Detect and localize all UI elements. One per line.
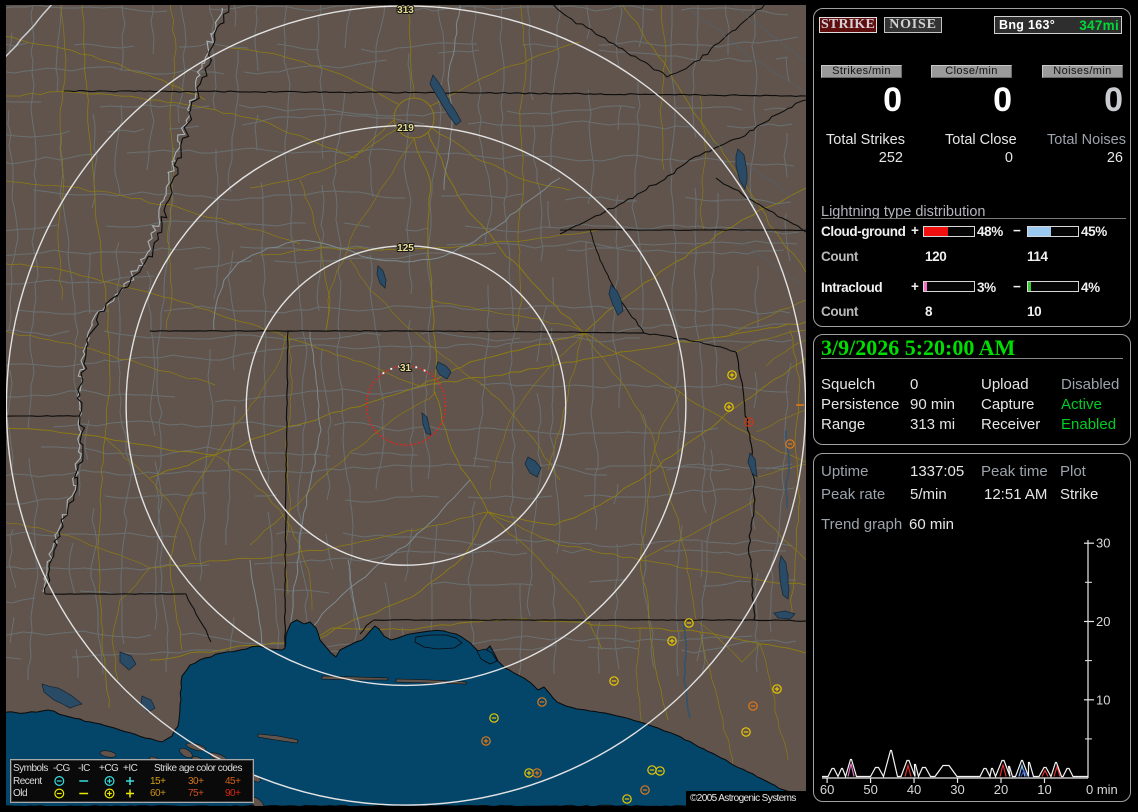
svg-text:30: 30 <box>950 782 964 797</box>
svg-text:0 min: 0 min <box>1086 782 1118 797</box>
svg-text:10: 10 <box>1037 782 1051 797</box>
svg-text:40: 40 <box>907 782 921 797</box>
svg-text:20: 20 <box>994 782 1008 797</box>
svg-text:30: 30 <box>1096 536 1110 551</box>
svg-text:60: 60 <box>820 782 834 797</box>
svg-text:10: 10 <box>1096 692 1110 707</box>
svg-text:20: 20 <box>1096 614 1110 629</box>
svg-text:50: 50 <box>863 782 877 797</box>
